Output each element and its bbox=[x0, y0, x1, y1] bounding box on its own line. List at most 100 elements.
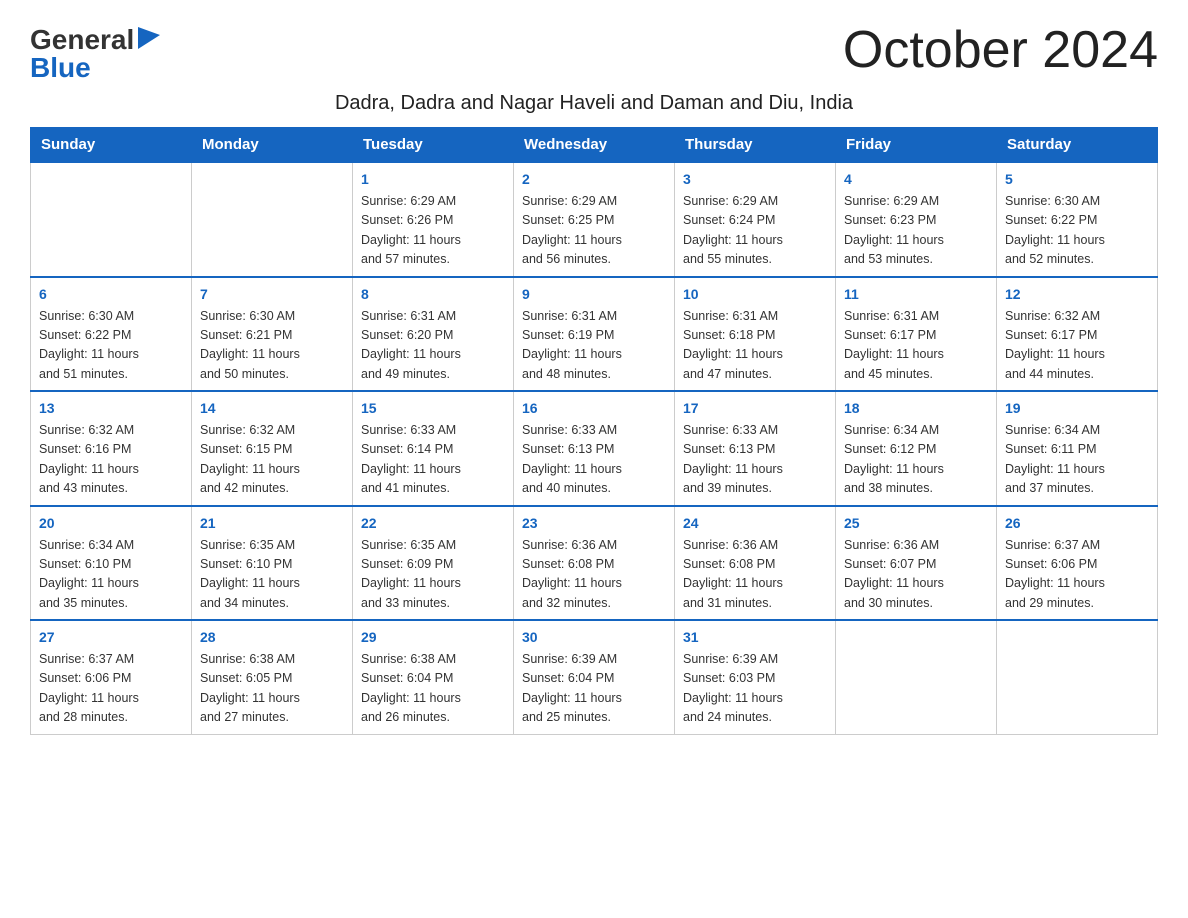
calendar-week-row: 20Sunrise: 6:34 AMSunset: 6:10 PMDayligh… bbox=[31, 506, 1158, 621]
calendar-cell: 23Sunrise: 6:36 AMSunset: 6:08 PMDayligh… bbox=[514, 506, 675, 621]
day-number: 23 bbox=[522, 513, 666, 534]
calendar-cell: 28Sunrise: 6:38 AMSunset: 6:05 PMDayligh… bbox=[192, 620, 353, 734]
calendar-cell: 3Sunrise: 6:29 AMSunset: 6:24 PMDaylight… bbox=[675, 162, 836, 277]
calendar-cell: 24Sunrise: 6:36 AMSunset: 6:08 PMDayligh… bbox=[675, 506, 836, 621]
calendar-cell: 1Sunrise: 6:29 AMSunset: 6:26 PMDaylight… bbox=[353, 162, 514, 277]
calendar-cell bbox=[31, 162, 192, 277]
day-info: Sunrise: 6:33 AMSunset: 6:13 PMDaylight:… bbox=[683, 421, 827, 499]
day-info: Sunrise: 6:33 AMSunset: 6:14 PMDaylight:… bbox=[361, 421, 505, 499]
day-number: 1 bbox=[361, 169, 505, 190]
logo: General Blue bbox=[30, 25, 160, 82]
calendar-cell: 18Sunrise: 6:34 AMSunset: 6:12 PMDayligh… bbox=[836, 391, 997, 506]
day-number: 2 bbox=[522, 169, 666, 190]
day-number: 29 bbox=[361, 627, 505, 648]
day-info: Sunrise: 6:31 AMSunset: 6:17 PMDaylight:… bbox=[844, 307, 988, 385]
calendar-header-row: SundayMondayTuesdayWednesdayThursdayFrid… bbox=[31, 128, 1158, 163]
day-number: 9 bbox=[522, 284, 666, 305]
day-info: Sunrise: 6:37 AMSunset: 6:06 PMDaylight:… bbox=[39, 650, 183, 728]
day-number: 21 bbox=[200, 513, 344, 534]
subtitle: Dadra, Dadra and Nagar Haveli and Daman … bbox=[30, 92, 1158, 115]
calendar-cell: 14Sunrise: 6:32 AMSunset: 6:15 PMDayligh… bbox=[192, 391, 353, 506]
day-info: Sunrise: 6:30 AMSunset: 6:22 PMDaylight:… bbox=[1005, 192, 1149, 270]
calendar-cell: 30Sunrise: 6:39 AMSunset: 6:04 PMDayligh… bbox=[514, 620, 675, 734]
calendar-cell bbox=[836, 620, 997, 734]
day-info: Sunrise: 6:34 AMSunset: 6:11 PMDaylight:… bbox=[1005, 421, 1149, 499]
day-info: Sunrise: 6:35 AMSunset: 6:10 PMDaylight:… bbox=[200, 536, 344, 614]
calendar-cell: 15Sunrise: 6:33 AMSunset: 6:14 PMDayligh… bbox=[353, 391, 514, 506]
day-info: Sunrise: 6:29 AMSunset: 6:23 PMDaylight:… bbox=[844, 192, 988, 270]
calendar-cell: 16Sunrise: 6:33 AMSunset: 6:13 PMDayligh… bbox=[514, 391, 675, 506]
month-title: October 2024 bbox=[843, 20, 1158, 80]
day-number: 3 bbox=[683, 169, 827, 190]
calendar-cell bbox=[192, 162, 353, 277]
weekday-header-tuesday: Tuesday bbox=[353, 128, 514, 163]
calendar-cell: 5Sunrise: 6:30 AMSunset: 6:22 PMDaylight… bbox=[997, 162, 1158, 277]
day-info: Sunrise: 6:34 AMSunset: 6:12 PMDaylight:… bbox=[844, 421, 988, 499]
calendar-week-row: 27Sunrise: 6:37 AMSunset: 6:06 PMDayligh… bbox=[31, 620, 1158, 734]
day-info: Sunrise: 6:38 AMSunset: 6:05 PMDaylight:… bbox=[200, 650, 344, 728]
calendar-cell: 8Sunrise: 6:31 AMSunset: 6:20 PMDaylight… bbox=[353, 277, 514, 392]
day-info: Sunrise: 6:36 AMSunset: 6:08 PMDaylight:… bbox=[522, 536, 666, 614]
calendar-week-row: 6Sunrise: 6:30 AMSunset: 6:22 PMDaylight… bbox=[31, 277, 1158, 392]
calendar-cell: 11Sunrise: 6:31 AMSunset: 6:17 PMDayligh… bbox=[836, 277, 997, 392]
calendar-cell: 29Sunrise: 6:38 AMSunset: 6:04 PMDayligh… bbox=[353, 620, 514, 734]
weekday-header-monday: Monday bbox=[192, 128, 353, 163]
day-number: 6 bbox=[39, 284, 183, 305]
day-number: 8 bbox=[361, 284, 505, 305]
day-info: Sunrise: 6:30 AMSunset: 6:22 PMDaylight:… bbox=[39, 307, 183, 385]
day-info: Sunrise: 6:33 AMSunset: 6:13 PMDaylight:… bbox=[522, 421, 666, 499]
day-number: 24 bbox=[683, 513, 827, 534]
day-info: Sunrise: 6:36 AMSunset: 6:08 PMDaylight:… bbox=[683, 536, 827, 614]
day-info: Sunrise: 6:35 AMSunset: 6:09 PMDaylight:… bbox=[361, 536, 505, 614]
day-number: 12 bbox=[1005, 284, 1149, 305]
day-info: Sunrise: 6:32 AMSunset: 6:16 PMDaylight:… bbox=[39, 421, 183, 499]
day-info: Sunrise: 6:31 AMSunset: 6:18 PMDaylight:… bbox=[683, 307, 827, 385]
calendar-cell: 9Sunrise: 6:31 AMSunset: 6:19 PMDaylight… bbox=[514, 277, 675, 392]
day-number: 25 bbox=[844, 513, 988, 534]
day-number: 10 bbox=[683, 284, 827, 305]
day-number: 27 bbox=[39, 627, 183, 648]
day-number: 11 bbox=[844, 284, 988, 305]
day-info: Sunrise: 6:29 AMSunset: 6:25 PMDaylight:… bbox=[522, 192, 666, 270]
day-info: Sunrise: 6:31 AMSunset: 6:19 PMDaylight:… bbox=[522, 307, 666, 385]
day-info: Sunrise: 6:31 AMSunset: 6:20 PMDaylight:… bbox=[361, 307, 505, 385]
day-number: 13 bbox=[39, 398, 183, 419]
weekday-header-wednesday: Wednesday bbox=[514, 128, 675, 163]
day-number: 5 bbox=[1005, 169, 1149, 190]
calendar-cell: 31Sunrise: 6:39 AMSunset: 6:03 PMDayligh… bbox=[675, 620, 836, 734]
calendar-cell: 7Sunrise: 6:30 AMSunset: 6:21 PMDaylight… bbox=[192, 277, 353, 392]
day-info: Sunrise: 6:36 AMSunset: 6:07 PMDaylight:… bbox=[844, 536, 988, 614]
day-number: 16 bbox=[522, 398, 666, 419]
day-number: 14 bbox=[200, 398, 344, 419]
calendar-week-row: 1Sunrise: 6:29 AMSunset: 6:26 PMDaylight… bbox=[31, 162, 1158, 277]
day-number: 22 bbox=[361, 513, 505, 534]
day-info: Sunrise: 6:34 AMSunset: 6:10 PMDaylight:… bbox=[39, 536, 183, 614]
day-number: 28 bbox=[200, 627, 344, 648]
day-number: 7 bbox=[200, 284, 344, 305]
weekday-header-saturday: Saturday bbox=[997, 128, 1158, 163]
logo-blue-text: Blue bbox=[30, 54, 91, 82]
day-number: 26 bbox=[1005, 513, 1149, 534]
calendar-cell: 13Sunrise: 6:32 AMSunset: 6:16 PMDayligh… bbox=[31, 391, 192, 506]
calendar-cell: 17Sunrise: 6:33 AMSunset: 6:13 PMDayligh… bbox=[675, 391, 836, 506]
calendar-cell: 4Sunrise: 6:29 AMSunset: 6:23 PMDaylight… bbox=[836, 162, 997, 277]
day-number: 18 bbox=[844, 398, 988, 419]
day-info: Sunrise: 6:37 AMSunset: 6:06 PMDaylight:… bbox=[1005, 536, 1149, 614]
day-info: Sunrise: 6:32 AMSunset: 6:15 PMDaylight:… bbox=[200, 421, 344, 499]
calendar-cell: 2Sunrise: 6:29 AMSunset: 6:25 PMDaylight… bbox=[514, 162, 675, 277]
day-number: 30 bbox=[522, 627, 666, 648]
calendar-cell: 21Sunrise: 6:35 AMSunset: 6:10 PMDayligh… bbox=[192, 506, 353, 621]
day-number: 4 bbox=[844, 169, 988, 190]
day-info: Sunrise: 6:32 AMSunset: 6:17 PMDaylight:… bbox=[1005, 307, 1149, 385]
day-info: Sunrise: 6:29 AMSunset: 6:26 PMDaylight:… bbox=[361, 192, 505, 270]
day-info: Sunrise: 6:39 AMSunset: 6:04 PMDaylight:… bbox=[522, 650, 666, 728]
weekday-header-sunday: Sunday bbox=[31, 128, 192, 163]
header: General Blue October 2024 bbox=[30, 20, 1158, 82]
day-info: Sunrise: 6:30 AMSunset: 6:21 PMDaylight:… bbox=[200, 307, 344, 385]
calendar-cell: 10Sunrise: 6:31 AMSunset: 6:18 PMDayligh… bbox=[675, 277, 836, 392]
calendar-cell: 19Sunrise: 6:34 AMSunset: 6:11 PMDayligh… bbox=[997, 391, 1158, 506]
day-info: Sunrise: 6:29 AMSunset: 6:24 PMDaylight:… bbox=[683, 192, 827, 270]
calendar-week-row: 13Sunrise: 6:32 AMSunset: 6:16 PMDayligh… bbox=[31, 391, 1158, 506]
calendar-cell: 25Sunrise: 6:36 AMSunset: 6:07 PMDayligh… bbox=[836, 506, 997, 621]
calendar-cell: 26Sunrise: 6:37 AMSunset: 6:06 PMDayligh… bbox=[997, 506, 1158, 621]
